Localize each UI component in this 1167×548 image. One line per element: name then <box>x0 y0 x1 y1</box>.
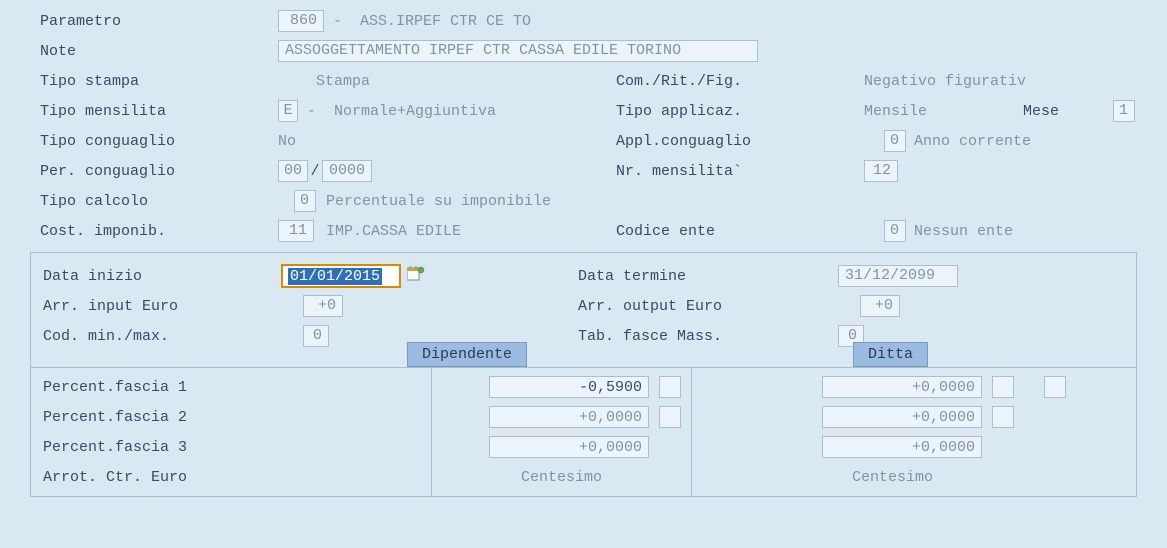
label-nr-mensilita: Nr. mensilita` <box>616 163 864 180</box>
label-percent-fascia-3: Percent.fascia 3 <box>43 439 187 456</box>
label-appl-conguaglio: Appl.conguaglio <box>616 133 864 150</box>
date-picker-icon[interactable] <box>407 266 425 287</box>
dit-f1-extra2[interactable] <box>1044 376 1066 398</box>
label-arr-input-euro: Arr. input Euro <box>43 298 281 315</box>
tipo-mensilita-code[interactable]: E <box>278 100 298 122</box>
tipo-conguaglio-desc: No <box>278 133 616 150</box>
note-field[interactable]: ASSOGGETTAMENTO IRPEF CTR CASSA EDILE TO… <box>278 40 758 62</box>
per-conguaglio-yyyy[interactable]: 0000 <box>322 160 372 182</box>
dip-f2-extra[interactable] <box>659 406 681 428</box>
tipo-calcolo-code[interactable]: 0 <box>294 190 316 212</box>
label-com-rit-fig: Com./Rit./Fig. <box>616 73 864 90</box>
dit-centesimo: Centesimo <box>852 469 933 486</box>
label-cod-min-max: Cod. min./max. <box>43 328 281 345</box>
label-tipo-mensilita: Tipo mensilita <box>40 103 278 120</box>
tipo-applicaz-desc: Mensile <box>864 103 1023 120</box>
label-data-inizio: Data inizio <box>43 268 281 285</box>
dit-f2[interactable]: +0,0000 <box>822 406 982 428</box>
label-parametro: Parametro <box>40 13 278 30</box>
dit-f1-extra[interactable] <box>992 376 1014 398</box>
cod-min-max[interactable]: 0 <box>303 325 329 347</box>
com-rit-fig-desc: Negativo figurativ <box>864 73 1026 90</box>
dit-f3[interactable]: +0,0000 <box>822 436 982 458</box>
dit-f1[interactable]: +0,0000 <box>822 376 982 398</box>
tipo-mensilita-desc: - Normale+Aggiuntiva <box>298 103 616 120</box>
tab-dipendente[interactable]: Dipendente <box>407 342 527 367</box>
label-per-conguaglio: Per. conguaglio <box>40 163 278 180</box>
detail-panel: Data inizio 01/01/2015 Arr. <box>30 252 1137 497</box>
dip-f1[interactable]: -0,5900 <box>489 376 649 398</box>
label-tipo-calcolo: Tipo calcolo <box>40 193 278 210</box>
appl-conguaglio-desc: Anno corrente <box>914 133 1031 150</box>
tab-ditta[interactable]: Ditta <box>853 342 928 367</box>
label-tab-fasce-mass: Tab. fasce Mass. <box>578 328 838 345</box>
label-cost-imponib: Cost. imponib. <box>40 223 278 240</box>
cost-imponib-desc: IMP.CASSA EDILE <box>326 223 616 240</box>
dip-f2[interactable]: +0,0000 <box>489 406 649 428</box>
label-tipo-conguaglio: Tipo conguaglio <box>40 133 278 150</box>
label-mese: Mese <box>1023 103 1113 120</box>
arr-input-euro[interactable]: +0 <box>303 295 343 317</box>
label-tipo-stampa: Tipo stampa <box>40 73 278 90</box>
arr-output-euro[interactable]: +0 <box>860 295 900 317</box>
parametro-code[interactable]: 860 <box>278 10 324 32</box>
data-termine-field[interactable]: 31/12/2099 <box>838 265 958 287</box>
codice-ente-desc: Nessun ente <box>914 223 1013 240</box>
nr-mensilita[interactable]: 12 <box>864 160 898 182</box>
appl-conguaglio-code[interactable]: 0 <box>884 130 906 152</box>
parametro-desc: - ASS.IRPEF CTR CE TO <box>324 13 531 30</box>
label-codice-ente: Codice ente <box>616 223 864 240</box>
label-arrot-ctr-euro: Arrot. Ctr. Euro <box>43 469 187 486</box>
tipo-stampa-desc: Stampa <box>316 73 616 90</box>
dip-f1-extra[interactable] <box>659 376 681 398</box>
dit-f2-extra[interactable] <box>992 406 1014 428</box>
mese-code[interactable]: 1 <box>1113 100 1135 122</box>
cost-imponib-code[interactable]: 11 <box>278 220 314 242</box>
per-conguaglio-mm[interactable]: 00 <box>278 160 308 182</box>
codice-ente-code[interactable]: 0 <box>884 220 906 242</box>
tipo-calcolo-desc: Percentuale su imponibile <box>326 193 551 210</box>
label-percent-fascia-1: Percent.fascia 1 <box>43 379 187 396</box>
dip-f3[interactable]: +0,0000 <box>489 436 649 458</box>
label-data-termine: Data termine <box>578 268 838 285</box>
slash: / <box>308 163 322 180</box>
label-note: Note <box>40 43 278 60</box>
data-inizio-field[interactable]: 01/01/2015 <box>281 264 401 288</box>
label-arr-output-euro: Arr. output Euro <box>578 298 838 315</box>
dip-centesimo: Centesimo <box>521 469 602 486</box>
form-area: Parametro 860 - ASS.IRPEF CTR CE TO Note… <box>0 0 1167 497</box>
label-tipo-applicaz: Tipo applicaz. <box>616 103 864 120</box>
label-percent-fascia-2: Percent.fascia 2 <box>43 409 187 426</box>
